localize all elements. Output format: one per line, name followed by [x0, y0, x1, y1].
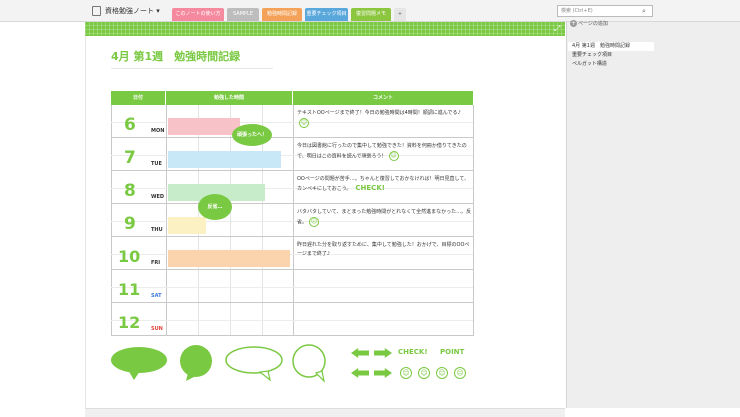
filled-round-bubble[interactable]	[180, 345, 212, 381]
day-of-week: SUN	[151, 326, 163, 332]
comment-text[interactable]: テキストOOページまで終了！今日の勉強時間は4時間！順調に進んでる♪ ☺	[297, 109, 472, 129]
day-number: 12	[118, 313, 141, 332]
happy-face-icon[interactable]: ☺	[436, 367, 448, 379]
add-section-button[interactable]: +	[394, 8, 406, 21]
tab-how-to-use[interactable]: このノートの使い方	[172, 8, 224, 21]
day-number: 6	[124, 115, 136, 135]
tab-check-items[interactable]: 重要チェック項目	[305, 8, 348, 21]
comment-body: 昨日遅れた分を取り返すために、集中して勉強した！おかげで、目標のOOページまで終…	[297, 242, 470, 257]
row-divider	[111, 236, 474, 237]
page-item-check[interactable]: 重要チェック項目	[568, 51, 612, 60]
day-number: 8	[124, 181, 136, 201]
day-of-week: TUE	[151, 161, 162, 167]
header-comment: コメント	[293, 91, 473, 105]
speech-bubble: 反省…	[198, 194, 232, 220]
row-divider	[111, 335, 474, 336]
neutral-face-icon[interactable]: ☺	[418, 367, 430, 379]
day-of-week: SAT	[151, 293, 162, 299]
point-sticker[interactable]: POINT	[440, 348, 464, 356]
day-number: 9	[124, 214, 136, 234]
section-color-band	[85, 22, 565, 36]
expand-icon[interactable]: ⤢	[554, 24, 560, 34]
study-time-bar[interactable]	[168, 250, 290, 267]
study-time-bar[interactable]	[168, 217, 206, 234]
add-page-button[interactable]: + ページの追加	[568, 18, 658, 30]
day-of-week: MON	[151, 128, 165, 134]
day-number: 7	[124, 148, 136, 168]
study-time-bar[interactable]	[168, 118, 240, 135]
comment-text[interactable]: OOページの問題が苦手…。ちゃんと復習しておかなければ！明日見直して、カンペキに…	[297, 175, 472, 194]
tab-study-time[interactable]: 勉強時間記録	[262, 8, 302, 21]
search-input[interactable]: 検索 (Ctrl+E)	[557, 5, 653, 17]
notebook-title[interactable]: 資格勉強ノート ▾	[105, 6, 160, 16]
day-of-week: FRI	[151, 260, 161, 266]
sad-face-icon[interactable]: ☹	[454, 367, 466, 379]
plus-icon: +	[570, 20, 577, 27]
row-divider	[111, 302, 474, 303]
comment-body: テキストOOページまで終了！今日の勉強時間は4時間！順調に進んでる♪	[297, 110, 461, 116]
row-divider	[111, 137, 474, 138]
half-row-divider	[111, 287, 473, 288]
search-icon[interactable]: ⌕	[642, 5, 646, 17]
half-row-divider	[111, 320, 473, 321]
check-sticker: CHECK!	[355, 184, 385, 192]
row-divider	[111, 170, 474, 171]
header-study-time: 勉強した時間	[166, 91, 292, 105]
face-icon: ☹	[309, 217, 320, 227]
day-of-week: WED	[151, 194, 165, 200]
outline-oval-bubble[interactable]	[225, 346, 283, 382]
row-divider	[111, 203, 474, 204]
comment-body: バタバタしていて、まとまった勉強時間がとれなくて全然進まなかった…。反省。	[297, 209, 472, 226]
speech-bubble: 頑張ったへ！	[232, 124, 272, 146]
smile-face-icon[interactable]: ☺	[400, 367, 412, 379]
face-icon: ☺	[299, 118, 309, 128]
row-divider	[111, 269, 474, 270]
notebook-icon	[92, 6, 101, 16]
tab-sample[interactable]: SAMPLE	[227, 8, 259, 21]
day-number: 10	[118, 247, 141, 266]
check-sticker[interactable]: CHECK!	[398, 348, 428, 356]
title-divider	[111, 68, 273, 69]
study-time-bar[interactable]	[168, 151, 281, 168]
filled-oval-bubble[interactable]	[111, 347, 167, 380]
horizontal-scrollbar[interactable]	[85, 408, 565, 417]
comment-text[interactable]: バタバタしていて、まとまった勉強時間がとれなくて全然進まなかった…。反省。 ☹	[297, 208, 472, 228]
page-item-week1[interactable]: 4月 第1週 勉強時間記録	[568, 42, 654, 51]
page-list-pane	[566, 22, 740, 408]
outline-round-bubble[interactable]	[292, 344, 326, 383]
header-date: 日付	[111, 91, 165, 105]
comment-text[interactable]: 今日は図書館に行ったので集中して勉強できた！資料を何冊か借りてきたので、明日はこ…	[297, 142, 472, 162]
comment-body: 今日は図書館に行ったので集中して勉強できた！資料を何冊か借りてきたので、明日はこ…	[297, 143, 467, 160]
page-title: 4月 第1週 勉強時間記録	[111, 50, 241, 63]
day-of-week: THU	[151, 227, 163, 233]
page-item-structure[interactable]: ペルガット構造	[568, 60, 607, 69]
tab-review-memo[interactable]: 復習問題メモ	[351, 8, 391, 21]
comment-text[interactable]: 昨日遅れた分を取り返すために、集中して勉強した！おかげで、目標のOOページまで終…	[297, 241, 472, 259]
face-icon: ☺	[388, 151, 399, 161]
day-number: 11	[118, 280, 141, 299]
